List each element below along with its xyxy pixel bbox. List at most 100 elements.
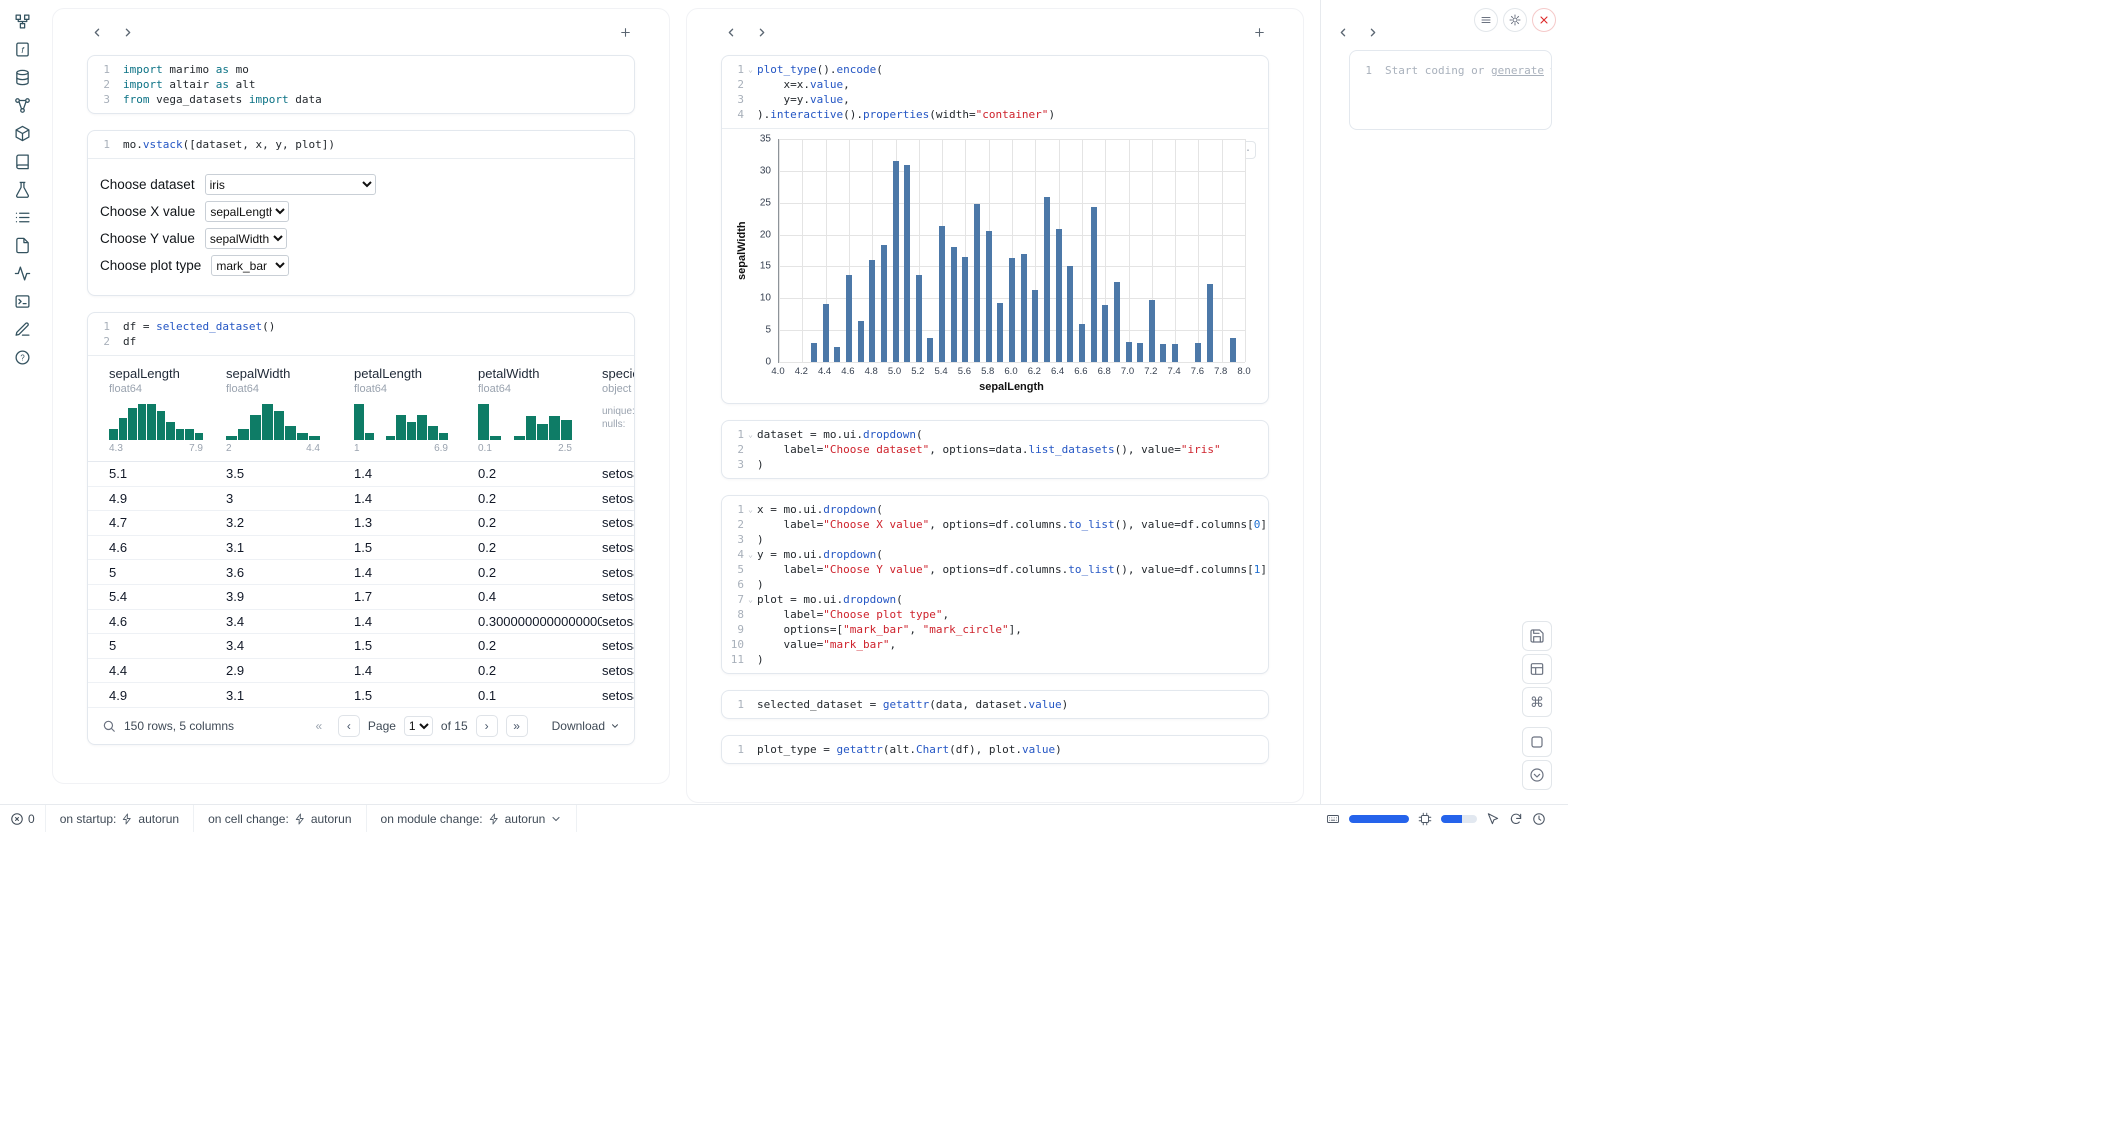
column-header[interactable]: petalLengthfloat6416.9 xyxy=(354,366,478,461)
close-icon[interactable] xyxy=(1532,8,1556,32)
code-editor[interactable]: 1⌄dataset = mo.ui.dropdown(2 label="Choo… xyxy=(722,421,1268,478)
marimo-file-icon[interactable]: f xyxy=(9,40,35,59)
dependency-graph-icon[interactable] xyxy=(9,96,35,115)
tracing-icon[interactable] xyxy=(9,264,35,283)
clock-icon[interactable] xyxy=(1532,812,1546,826)
column-scroll-right-button[interactable] xyxy=(751,22,771,42)
column-header[interactable]: sepalWidthfloat6424.4 xyxy=(226,366,354,461)
scratchpad-editor[interactable]: 1 Start coding or generate with AI xyxy=(1350,63,1551,78)
scroll-down-icon[interactable] xyxy=(1522,760,1552,790)
save-icon[interactable] xyxy=(1522,621,1552,651)
table-cell: 3.5 xyxy=(226,466,354,481)
code-editor[interactable]: 1⌄plot_type().encode(2 x=x.value,3 y=y.v… xyxy=(722,56,1268,128)
bar xyxy=(1160,344,1166,362)
code-editor[interactable]: 1plot_type = getattr(alt.Chart(df), plot… xyxy=(722,736,1268,763)
panel-scroll-left-button[interactable] xyxy=(1333,22,1353,42)
chevron-down-icon xyxy=(550,813,562,825)
code-editor[interactable]: 1import marimo as mo2import altair as al… xyxy=(88,56,634,113)
column-scroll-right-button[interactable] xyxy=(117,22,137,42)
table-cell: 4.7 xyxy=(109,515,226,530)
on-startup-setting[interactable]: on startup: autorun xyxy=(46,805,194,832)
table-cell: 1.4 xyxy=(354,565,478,580)
frame-icon[interactable] xyxy=(1522,727,1552,757)
keyboard-icon xyxy=(1326,812,1340,826)
status-bar-right xyxy=(1326,812,1568,826)
add-cell-button[interactable] xyxy=(615,22,635,42)
table-row[interactable]: 4.63.41.40.30000000000000004setosa xyxy=(88,610,634,635)
table-row[interactable]: 53.61.40.2setosa xyxy=(88,560,634,585)
bar xyxy=(951,247,957,362)
last-page-button[interactable]: » xyxy=(506,715,528,737)
column-2-header xyxy=(721,9,1269,55)
panel-scroll-right-button[interactable] xyxy=(1362,22,1382,42)
snippets-icon[interactable] xyxy=(9,236,35,255)
datasources-icon[interactable] xyxy=(9,68,35,87)
bar xyxy=(858,321,864,362)
pointer-icon[interactable] xyxy=(1486,812,1500,826)
errors-button[interactable]: 0 xyxy=(0,805,46,832)
svg-text:?: ? xyxy=(20,353,25,362)
code-editor[interactable]: 1selected_dataset = getattr(data, datase… xyxy=(722,691,1268,718)
logs-icon[interactable] xyxy=(9,292,35,311)
dataset-select[interactable]: iris xyxy=(205,174,376,195)
plot-type-select[interactable]: mark_bar xyxy=(211,255,289,276)
file-explorer-icon[interactable] xyxy=(9,12,35,31)
first-page-button[interactable]: « xyxy=(308,715,330,737)
command-icon[interactable]: ⌘ xyxy=(1522,687,1552,717)
code-editor[interactable]: 1mo.vstack([dataset, x, y, plot]) xyxy=(88,131,634,158)
on-module-change-setting[interactable]: on module change: autorun xyxy=(367,805,578,832)
chart-plot[interactable] xyxy=(778,139,1245,363)
next-page-button[interactable]: › xyxy=(476,715,498,737)
table-row[interactable]: 4.63.11.50.2setosa xyxy=(88,536,634,561)
table-row[interactable]: 5.13.51.40.2setosa xyxy=(88,462,634,487)
column-header[interactable]: speciesobjectunique:nulls: xyxy=(602,366,634,461)
choose-x-label: Choose X value xyxy=(100,204,195,219)
code-line: 2 x=x.value, xyxy=(722,77,1264,92)
previous-page-button[interactable]: ‹ xyxy=(338,715,360,737)
column-scroll-left-button[interactable] xyxy=(721,22,741,42)
panel-header xyxy=(1474,8,1556,32)
code-editor[interactable]: 1⌄x = mo.ui.dropdown(2 label="Choose X v… xyxy=(722,496,1268,673)
column-scroll-left-button[interactable] xyxy=(87,22,107,42)
tools-icon[interactable] xyxy=(9,180,35,199)
control-row: Choose Y value sepalWidth xyxy=(100,225,622,252)
code-line: 6) xyxy=(722,577,1264,592)
menu-icon[interactable] xyxy=(1474,8,1498,32)
control-row: Choose X value sepalLength xyxy=(100,198,622,225)
y-value-select[interactable]: sepalWidth xyxy=(205,228,287,249)
table-cell: 0.2 xyxy=(478,565,602,580)
table-row[interactable]: 4.42.91.40.2setosa xyxy=(88,659,634,684)
bar xyxy=(1126,342,1132,362)
bar xyxy=(1079,324,1085,362)
column-header[interactable]: sepalLengthfloat644.37.9 xyxy=(109,366,226,461)
layout-rows-icon[interactable] xyxy=(1522,654,1552,684)
column-histogram xyxy=(478,404,572,440)
settings-gear-icon[interactable] xyxy=(1503,8,1527,32)
help-icon[interactable]: ? xyxy=(9,348,35,367)
table-row[interactable]: 4.93.11.50.1setosa xyxy=(88,683,634,708)
table-row[interactable]: 4.73.21.30.2setosa xyxy=(88,511,634,536)
outline-icon[interactable] xyxy=(9,208,35,227)
generate-link[interactable]: generate xyxy=(1491,63,1544,78)
on-cell-change-setting[interactable]: on cell change: autorun xyxy=(194,805,366,832)
table-row[interactable]: 5.43.91.70.4setosa xyxy=(88,585,634,610)
table-cell: 1.4 xyxy=(354,491,478,506)
refresh-icon[interactable] xyxy=(1509,812,1523,826)
table-row[interactable]: 53.41.50.2setosa xyxy=(88,634,634,659)
table-row[interactable]: 4.931.40.2setosa xyxy=(88,487,634,512)
page-select[interactable]: 1 xyxy=(404,716,433,736)
download-button[interactable]: Download xyxy=(552,719,620,733)
bar xyxy=(1021,254,1027,362)
add-cell-button[interactable] xyxy=(1249,22,1269,42)
column-header[interactable]: petalWidthfloat640.12.5 xyxy=(478,366,602,461)
search-icon[interactable] xyxy=(102,719,116,733)
table-cell: setosa xyxy=(602,466,634,481)
bar xyxy=(962,257,968,362)
scratchpad-icon[interactable] xyxy=(9,320,35,339)
packages-icon[interactable] xyxy=(9,124,35,143)
documentation-icon[interactable] xyxy=(9,152,35,171)
x-value-select[interactable]: sepalLength xyxy=(205,201,289,222)
code-editor[interactable]: 1df = selected_dataset()2df xyxy=(88,313,634,355)
bar xyxy=(1114,282,1120,362)
bar-chart[interactable]: sepalWidth 05101520253035 4.04.24.44.64.… xyxy=(736,139,1258,395)
